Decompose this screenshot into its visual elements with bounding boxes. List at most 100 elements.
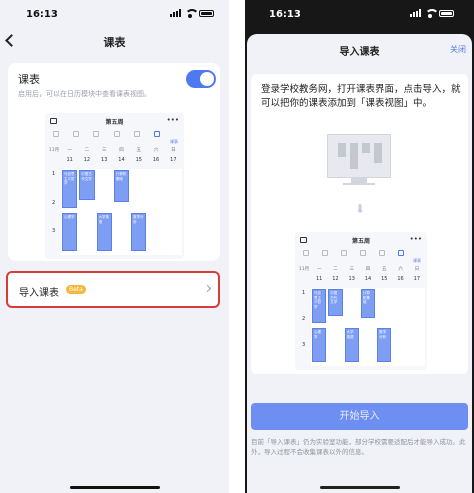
toolbar-icon — [73, 131, 80, 137]
start-import-button[interactable]: 开始导入 — [251, 403, 468, 430]
toolbar-icon — [303, 250, 309, 256]
toolbar-icon — [322, 250, 328, 256]
course-block: 数学分析 — [131, 213, 147, 252]
course-block: 计算机基础 — [360, 289, 376, 319]
status-icons — [170, 9, 214, 18]
schedule-setting-card: 课表 启用后，可以在日历模块中查看课表视图。 第五周 ••• 课表 11月 一 二 三 四 五 六… — [8, 63, 220, 261]
nav-bar: 课表 — [0, 28, 229, 54]
course-block: 马克思主义哲学 — [312, 289, 327, 324]
weekday-label: 五 — [382, 267, 387, 272]
row-number: 1 — [52, 171, 56, 177]
toolbar-icon — [113, 131, 120, 137]
course-block: 心理学 — [312, 328, 327, 363]
date-label: 14 — [118, 157, 125, 163]
date-label: 15 — [381, 276, 388, 282]
home-indicator — [320, 486, 400, 489]
wifi-icon — [425, 9, 439, 18]
date-label: 13 — [101, 157, 108, 163]
week-title: 第五周 — [351, 238, 370, 245]
date-label: 14 — [364, 276, 372, 282]
course-block: 数学分析 — [377, 328, 392, 363]
weekday-label: 六 — [398, 267, 403, 272]
more-icon: ••• — [166, 116, 179, 124]
monitor-illustration-icon — [327, 134, 391, 178]
import-screen: 16:13 导入课表 关闭 登录学校教务网，打开课表界面，点击导入，就可以把你的… — [245, 0, 474, 493]
signal-icon — [410, 9, 421, 17]
date-label: 11 — [66, 157, 73, 163]
battery-icon — [439, 9, 454, 17]
toolbar-icon — [93, 131, 100, 137]
status-bar: 16:13 — [0, 0, 229, 28]
schedule-preview: 第五周 ••• 课表 11月一二三四五六日 11 12 13 14 15 16 17 1 2 3 马克思主义… — [45, 113, 184, 259]
course-block: 马克思主义哲学 — [62, 170, 78, 209]
guide-card: 登录学校教务网，打开课表界面，点击导入，就可以把你的课表添加到「课表视图」中。 … — [251, 74, 468, 374]
status-icons — [410, 9, 454, 18]
course-block: 心理学 — [62, 213, 78, 252]
date-label: 12 — [83, 157, 91, 163]
date-label: 11 — [315, 276, 323, 282]
month-label: 11月 — [48, 148, 60, 153]
row-number: 2 — [302, 316, 306, 322]
schedule-preview: 第五周 ••• 课表 11月一二三四五六日 11 12 13 14 15 16 17 1 2 3 马克思主义… — [295, 232, 427, 370]
date-label: 16 — [152, 157, 160, 163]
date-label: 12 — [332, 276, 339, 282]
weekday-label: 一 — [67, 148, 72, 153]
signal-icon — [170, 9, 181, 17]
experimental-note: 目前「导入课表」仍为实验室功能，部分学校需要适配后才能导入成功。此外，导入过程不… — [251, 438, 466, 456]
date-label: 16 — [397, 276, 404, 282]
toolbar-icon — [133, 131, 140, 137]
date-label: 15 — [135, 157, 142, 163]
row-number: 2 — [52, 199, 56, 206]
status-bar-dark: 16:13 — [245, 0, 474, 26]
weekday-label: 四 — [365, 267, 371, 272]
arrow-down-icon: ⬇ — [355, 202, 366, 216]
toolbar-icon — [360, 250, 366, 256]
row-number: 1 — [302, 290, 306, 296]
course-block: 大学英语 — [344, 328, 359, 363]
date-label: 17 — [170, 157, 177, 163]
weekday-label: 四 — [119, 148, 124, 153]
page-title: 课表 — [103, 36, 126, 49]
toolbar-icon — [398, 250, 404, 256]
weekday-label: 六 — [153, 148, 159, 153]
weekday-label: 五 — [136, 148, 142, 153]
close-button[interactable]: 关闭 — [450, 44, 466, 55]
course-block: 计算机基础 — [113, 170, 130, 203]
course-block: 中国古代文学 — [79, 170, 95, 200]
setting-description: 启用后，可以在日历模块中查看课表视图。 — [18, 90, 151, 98]
toggle-knob — [200, 72, 214, 86]
weekday-label: 日 — [414, 267, 420, 272]
weekday-label: 二 — [84, 148, 90, 153]
weekday-label: 一 — [316, 267, 322, 272]
weekday-label: 三 — [349, 267, 354, 272]
status-time: 16:13 — [26, 9, 58, 20]
monitor-base — [343, 183, 375, 185]
sheet-title: 导入课表 — [339, 47, 380, 58]
weekday-label: 三 — [101, 148, 107, 153]
battery-icon — [199, 9, 214, 17]
course-block: 中国古代文学 — [328, 289, 343, 316]
tab-label: 课表 — [170, 139, 178, 144]
row-number: 3 — [302, 342, 306, 348]
row-number: 3 — [52, 228, 56, 235]
date-label: 17 — [413, 276, 421, 282]
wifi-icon — [185, 9, 199, 18]
toolbar-icon — [379, 250, 385, 256]
import-sheet: 导入课表 关闭 登录学校教务网，打开课表界面，点击导入，就可以把你的课表添加到「… — [247, 34, 472, 493]
schedule-toggle[interactable] — [186, 70, 216, 88]
screenshot-stage: 16:13 课表 课表 启用后，可以在日历模块中查看课表视图。 第五周 ••• 课表… — [0, 0, 474, 493]
weekday-label: 二 — [333, 267, 338, 272]
toolbar-icon — [153, 131, 160, 137]
more-icon: ••• — [409, 235, 422, 243]
toolbar-icon — [53, 131, 59, 137]
week-title: 第五周 — [105, 119, 124, 126]
tab-label: 课表 — [413, 258, 421, 263]
guide-text: 登录学校教务网，打开课表界面，点击导入，就可以把你的课表添加到「课表视图」中。 — [261, 84, 461, 109]
status-time: 16:13 — [269, 9, 301, 20]
setting-title: 课表 — [18, 73, 40, 86]
weekday-label: 日 — [171, 148, 176, 153]
settings-screen: 16:13 课表 课表 启用后，可以在日历模块中查看课表视图。 第五周 ••• 课表… — [0, 0, 229, 493]
month-label: 11月 — [298, 267, 310, 272]
date-label: 13 — [348, 276, 355, 282]
toolbar-icon — [341, 250, 347, 256]
